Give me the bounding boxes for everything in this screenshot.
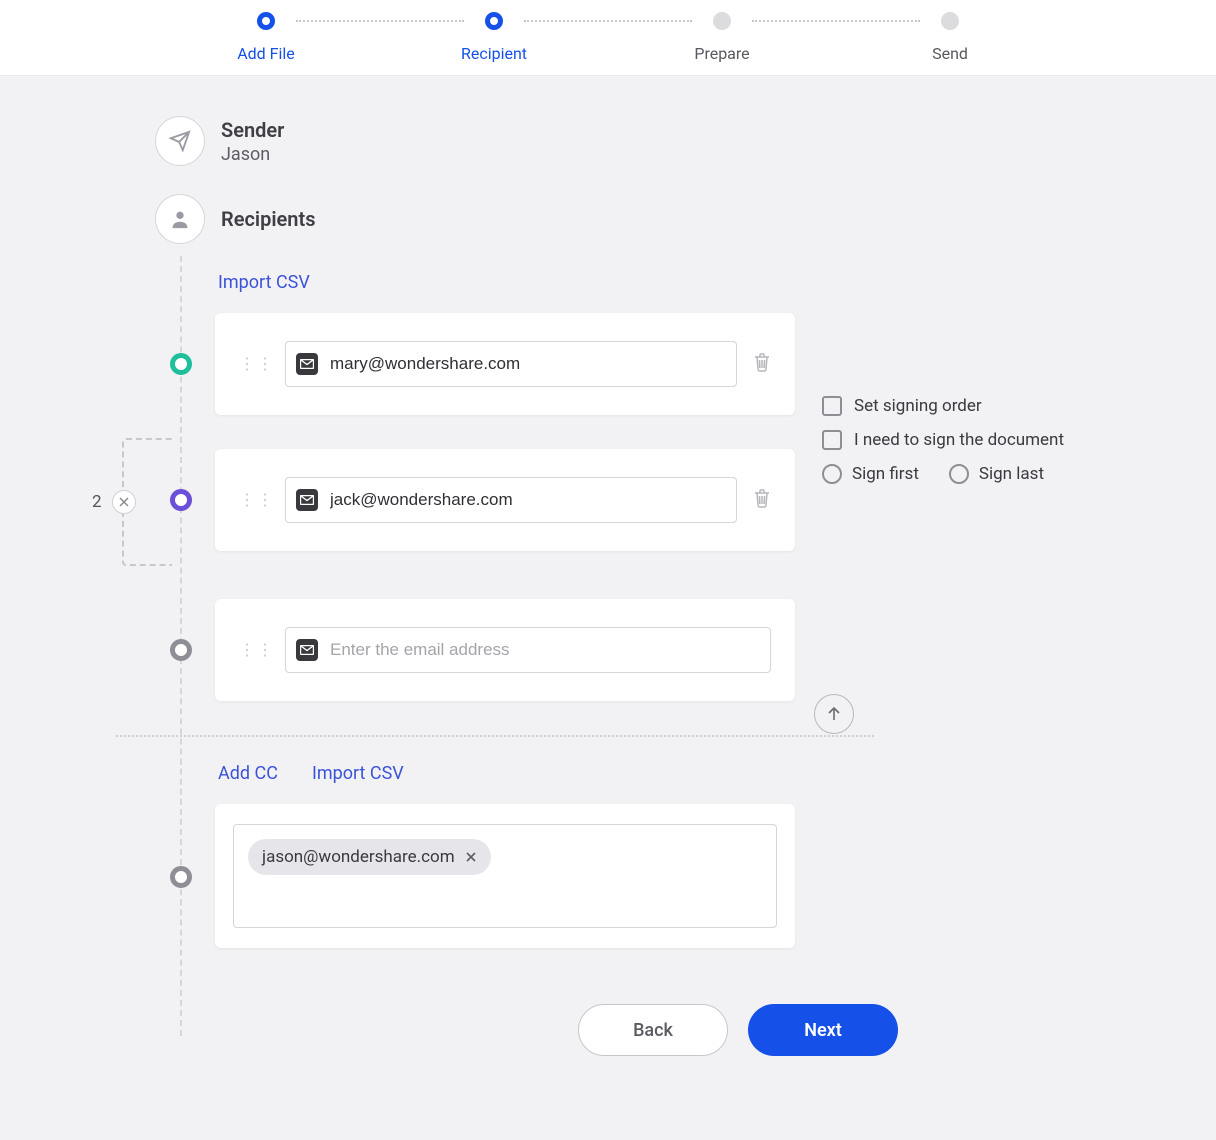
- next-button[interactable]: Next: [748, 1004, 898, 1056]
- email-box: [285, 627, 771, 673]
- footer-buttons: Back Next: [260, 1004, 1216, 1056]
- close-icon[interactable]: [465, 851, 477, 863]
- cc-chip-label: jason@wondershare.com: [262, 847, 455, 867]
- radio-icon: [822, 464, 842, 484]
- checkbox-icon[interactable]: [822, 430, 842, 450]
- step-dot-icon: [485, 12, 503, 30]
- set-signing-order-option[interactable]: Set signing order: [822, 396, 1064, 416]
- add-cc-link[interactable]: Add CC: [218, 763, 278, 784]
- recipient-node-icon: [170, 639, 192, 661]
- envelope-icon: [296, 353, 318, 375]
- group-bracket: 2: [122, 438, 172, 566]
- drag-handle-icon[interactable]: ⋮⋮: [239, 497, 275, 503]
- step-send[interactable]: Send: [920, 12, 980, 63]
- step-prepare[interactable]: Prepare: [692, 12, 752, 63]
- step-connector: [524, 20, 692, 22]
- import-csv-link[interactable]: Import CSV: [218, 272, 1216, 293]
- option-label: I need to sign the document: [854, 430, 1064, 450]
- recipients-header: Recipients: [155, 194, 1216, 244]
- step-dot-icon: [713, 12, 731, 30]
- step-recipient[interactable]: Recipient: [464, 12, 524, 63]
- recipient-email-input[interactable]: [330, 490, 726, 510]
- recipient-email-input[interactable]: [330, 354, 726, 374]
- paper-plane-icon: [155, 116, 205, 166]
- checkbox-icon[interactable]: [822, 396, 842, 416]
- sign-position-radios: Sign first Sign last: [822, 464, 1064, 484]
- group-count: 2: [92, 492, 102, 512]
- import-csv-cc-link[interactable]: Import CSV: [312, 763, 404, 784]
- remove-group-button[interactable]: [112, 490, 136, 514]
- cc-input-area[interactable]: jason@wondershare.com: [233, 824, 777, 928]
- step-dot-icon: [257, 12, 275, 30]
- person-icon: [155, 194, 205, 244]
- radio-label: Sign first: [852, 464, 919, 484]
- recipient-cards: ⋮⋮ ⋮⋮: [0, 313, 1216, 701]
- step-label: Add File: [237, 44, 295, 63]
- step-label: Prepare: [694, 44, 749, 63]
- sender-row: Sender Jason: [155, 116, 1216, 166]
- recipients-title: Recipients: [221, 207, 315, 231]
- step-label: Send: [932, 44, 968, 63]
- section-divider: [116, 735, 874, 737]
- drag-handle-icon[interactable]: ⋮⋮: [239, 361, 275, 367]
- move-up-button[interactable]: [814, 694, 854, 734]
- step-label: Recipient: [461, 44, 527, 63]
- recipient-node-icon: [170, 353, 192, 375]
- sender-title: Sender: [221, 118, 284, 142]
- recipient-card: ⋮⋮: [215, 449, 795, 551]
- stepper: Add File Recipient Prepare Send: [236, 12, 980, 63]
- recipient-card: ⋮⋮: [215, 313, 795, 415]
- email-box: [285, 341, 737, 387]
- step-connector: [296, 20, 464, 22]
- stepper-bar: Add File Recipient Prepare Send: [0, 0, 1216, 76]
- drag-handle-icon[interactable]: ⋮⋮: [239, 647, 275, 653]
- envelope-icon: [296, 489, 318, 511]
- trash-icon[interactable]: [753, 488, 771, 512]
- sign-first-radio[interactable]: Sign first: [822, 464, 919, 484]
- sign-last-radio[interactable]: Sign last: [949, 464, 1044, 484]
- radio-label: Sign last: [979, 464, 1044, 484]
- option-label: Set signing order: [854, 396, 982, 416]
- email-box: [285, 477, 737, 523]
- step-dot-icon: [941, 12, 959, 30]
- recipient-node-icon: [170, 489, 192, 511]
- envelope-icon: [296, 639, 318, 661]
- need-sign-option[interactable]: I need to sign the document: [822, 430, 1064, 450]
- recipient-email-input[interactable]: [330, 640, 760, 660]
- main-content: Sender Jason Recipients Import CSV 2 ⋮⋮: [0, 76, 1216, 1056]
- trash-icon[interactable]: [753, 352, 771, 376]
- signing-options: Set signing order I need to sign the doc…: [822, 396, 1064, 484]
- cc-links: Add CC Import CSV: [218, 763, 1216, 784]
- radio-icon: [949, 464, 969, 484]
- back-button[interactable]: Back: [578, 1004, 728, 1056]
- cc-node-icon: [170, 866, 192, 888]
- sender-name: Jason: [221, 144, 284, 165]
- step-connector: [752, 20, 920, 22]
- cc-card: jason@wondershare.com: [215, 804, 795, 948]
- recipient-card: ⋮⋮: [215, 599, 795, 701]
- cc-chip: jason@wondershare.com: [248, 839, 491, 875]
- step-add-file[interactable]: Add File: [236, 12, 296, 63]
